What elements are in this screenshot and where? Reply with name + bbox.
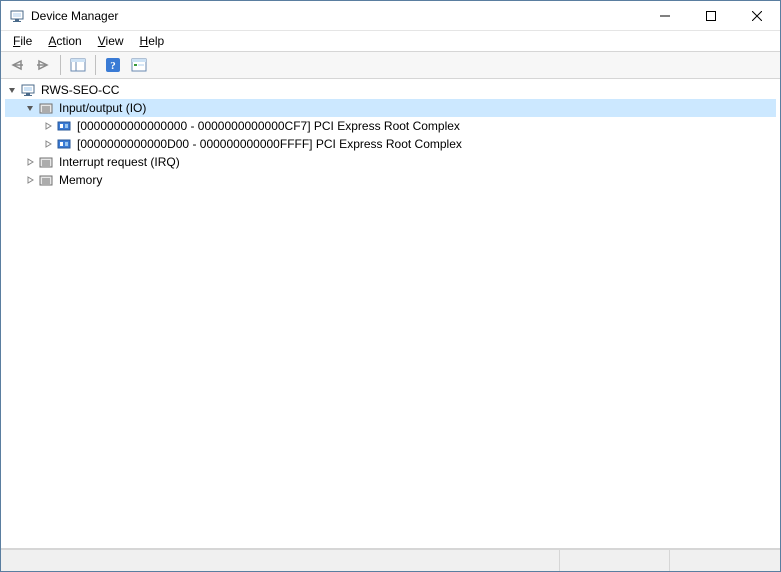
scan-icon xyxy=(131,58,147,72)
window-title: Device Manager xyxy=(31,9,642,23)
resource-category-icon xyxy=(37,99,55,117)
tree-node-label: [0000000000000D00 - 000000000000FFFF] PC… xyxy=(75,137,464,151)
resource-category-icon xyxy=(37,153,55,171)
tree-node-io-range-1[interactable]: [0000000000000000 - 0000000000000CF7] PC… xyxy=(5,117,776,135)
expander-closed-icon[interactable] xyxy=(23,153,37,171)
toolbar-separator xyxy=(95,55,96,75)
scan-hardware-button[interactable] xyxy=(127,54,151,76)
menu-action[interactable]: Action xyxy=(40,33,89,49)
arrow-right-icon xyxy=(35,59,51,71)
system-device-icon xyxy=(55,117,73,135)
tree-node-io[interactable]: Input/output (IO) xyxy=(5,99,776,117)
arrow-left-icon xyxy=(9,59,25,71)
menu-view[interactable]: View xyxy=(90,33,132,49)
expander-closed-icon[interactable] xyxy=(41,135,55,153)
expander-open-icon[interactable] xyxy=(5,81,19,99)
computer-icon xyxy=(19,81,37,99)
statusbar xyxy=(1,549,780,571)
expander-open-icon[interactable] xyxy=(23,99,37,117)
expander-closed-icon[interactable] xyxy=(41,117,55,135)
toolbar: ? xyxy=(1,51,780,79)
resource-category-icon xyxy=(37,171,55,189)
system-device-icon xyxy=(55,135,73,153)
app-icon xyxy=(9,8,25,24)
tree-node-memory[interactable]: Memory xyxy=(5,171,776,189)
expander-closed-icon[interactable] xyxy=(23,171,37,189)
tree-node-computer[interactable]: RWS-SEO-CC xyxy=(5,81,776,99)
tree-node-label: Memory xyxy=(57,173,104,187)
status-pane-3 xyxy=(670,550,780,571)
menubar: File Action View Help xyxy=(1,31,780,51)
svg-text:?: ? xyxy=(110,60,116,72)
tree-node-label: [0000000000000000 - 0000000000000CF7] PC… xyxy=(75,119,462,133)
show-hide-console-button[interactable] xyxy=(66,54,90,76)
help-button[interactable]: ? xyxy=(101,54,125,76)
maximize-button[interactable] xyxy=(688,1,734,31)
tree-node-label: Input/output (IO) xyxy=(57,101,148,115)
close-button[interactable] xyxy=(734,1,780,31)
tree-node-label: Interrupt request (IRQ) xyxy=(57,155,182,169)
forward-button[interactable] xyxy=(31,54,55,76)
tree-node-label: RWS-SEO-CC xyxy=(39,83,121,97)
status-pane-2 xyxy=(560,550,670,571)
device-tree[interactable]: RWS-SEO-CC Input/output (IO) [0000000000… xyxy=(1,79,780,549)
menu-file[interactable]: File xyxy=(5,33,40,49)
status-pane-main xyxy=(1,550,560,571)
back-button[interactable] xyxy=(5,54,29,76)
titlebar: Device Manager xyxy=(1,1,780,31)
window-controls xyxy=(642,1,780,30)
help-icon: ? xyxy=(105,57,121,73)
console-tree-icon xyxy=(70,58,86,72)
tree-node-io-range-2[interactable]: [0000000000000D00 - 000000000000FFFF] PC… xyxy=(5,135,776,153)
toolbar-separator xyxy=(60,55,61,75)
minimize-button[interactable] xyxy=(642,1,688,31)
menu-help[interactable]: Help xyxy=(132,33,173,49)
tree-node-irq[interactable]: Interrupt request (IRQ) xyxy=(5,153,776,171)
